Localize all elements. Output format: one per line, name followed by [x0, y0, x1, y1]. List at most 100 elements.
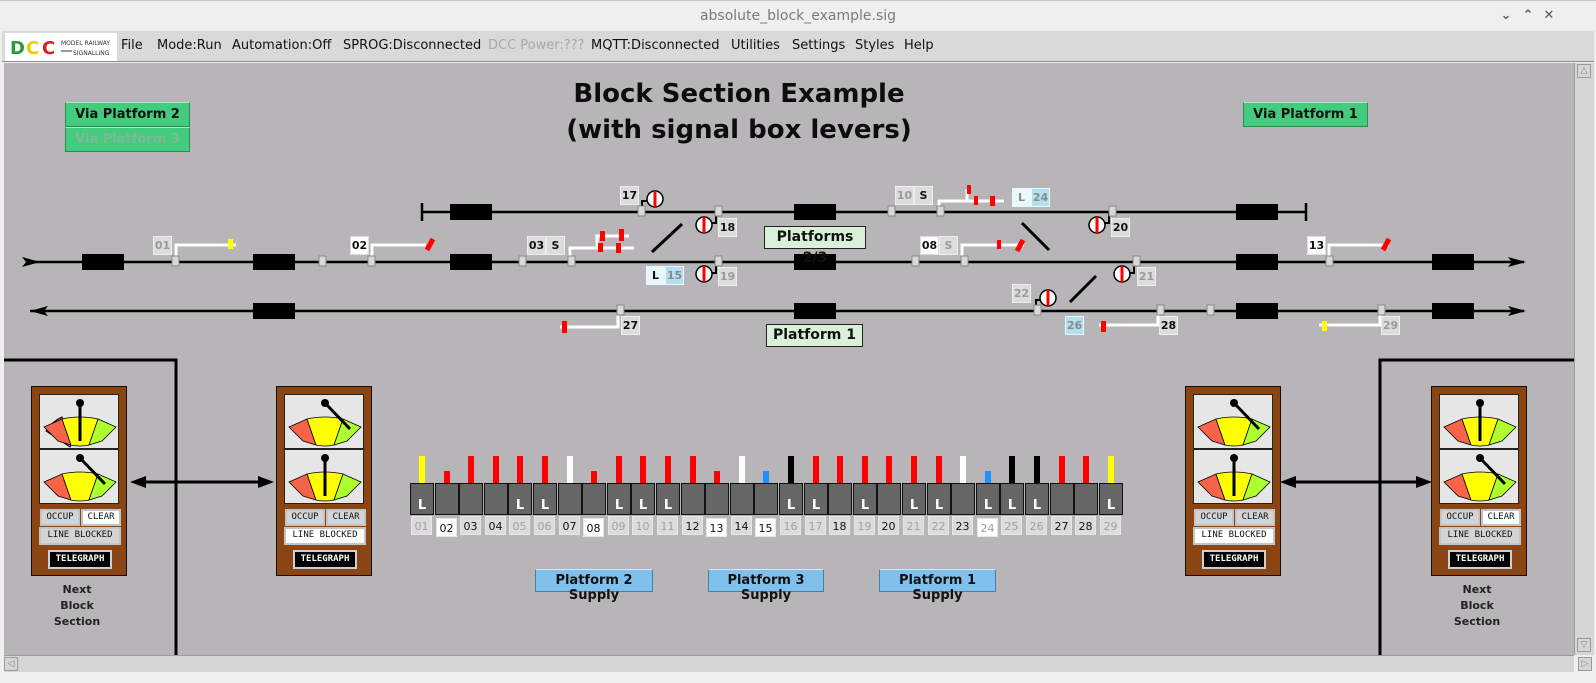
- lever-07[interactable]: [558, 483, 582, 515]
- scroll-right-arrow-icon[interactable]: ▷: [1578, 657, 1592, 671]
- lever-22[interactable]: L: [927, 483, 951, 515]
- telegraph-button[interactable]: TELEGRAPH: [48, 550, 112, 569]
- minimize-button[interactable]: ⌄: [1497, 7, 1515, 25]
- signal-28-button[interactable]: 28: [1159, 316, 1178, 335]
- lever-10[interactable]: L: [631, 483, 655, 515]
- occup-button[interactable]: OCCUP: [285, 509, 325, 526]
- lever-25[interactable]: L: [1000, 483, 1024, 515]
- menu-automation[interactable]: Automation:Off: [232, 38, 331, 53]
- signal-08-button[interactable]: 08: [920, 236, 939, 255]
- lever-handle[interactable]: [567, 456, 573, 486]
- signal-29-button[interactable]: 29: [1381, 316, 1400, 335]
- signal-20-button[interactable]: 20: [1111, 218, 1130, 237]
- signal-02-button[interactable]: 02: [350, 236, 369, 255]
- signal-13-button[interactable]: 13: [1307, 236, 1326, 255]
- lever-17[interactable]: L: [804, 483, 828, 515]
- signal-01-button[interactable]: 01: [153, 236, 172, 255]
- signal-10-button[interactable]: 10: [895, 186, 914, 205]
- lever-11[interactable]: L: [656, 483, 680, 515]
- scroll-up-arrow-icon[interactable]: △: [1577, 64, 1591, 78]
- lever-18[interactable]: [828, 483, 852, 515]
- lever-21[interactable]: L: [902, 483, 926, 515]
- lever-handle[interactable]: [788, 456, 794, 486]
- lever-04[interactable]: [484, 483, 508, 515]
- occup-button[interactable]: OCCUP: [1440, 509, 1480, 526]
- menu-file[interactable]: File: [121, 38, 143, 53]
- lever-handle[interactable]: [739, 456, 745, 486]
- platform-3-supply-button[interactable]: Platform 3 Supply: [708, 569, 824, 603]
- lever-handle[interactable]: [517, 456, 523, 486]
- lever-handle[interactable]: [1034, 456, 1040, 486]
- scroll-down-arrow-icon[interactable]: ▽: [1577, 638, 1591, 652]
- menu-settings[interactable]: Settings: [792, 38, 845, 53]
- point-15-button[interactable]: 15: [665, 266, 684, 285]
- point-26-button[interactable]: 26: [1065, 316, 1084, 335]
- lever-handle[interactable]: [911, 456, 917, 486]
- menu-mode[interactable]: Mode:Run: [157, 38, 222, 53]
- menu-sprog[interactable]: SPROG:Disconnected: [343, 38, 481, 53]
- clear-button[interactable]: CLEAR: [1235, 509, 1275, 526]
- signal-21-button[interactable]: 21: [1137, 267, 1156, 286]
- platform-2-supply-button[interactable]: Platform 2 Supply: [535, 569, 653, 603]
- lever-16[interactable]: L: [779, 483, 803, 515]
- lever-01[interactable]: L: [410, 483, 434, 515]
- route-via-platform-2-button[interactable]: Via Platform 2: [65, 102, 190, 127]
- lever-20[interactable]: [877, 483, 901, 515]
- lever-handle[interactable]: [542, 456, 548, 486]
- lever-handle[interactable]: [862, 456, 868, 486]
- maximize-button[interactable]: ⌃: [1519, 7, 1537, 25]
- lever-handle[interactable]: [665, 456, 671, 486]
- signal-22-button[interactable]: 22: [1012, 284, 1031, 303]
- route-via-platform-3-button[interactable]: Via Platform 3: [65, 127, 190, 152]
- lever-handle[interactable]: [493, 456, 499, 486]
- telegraph-button[interactable]: TELEGRAPH: [293, 550, 357, 569]
- lever-handle[interactable]: [1083, 456, 1089, 486]
- close-button[interactable]: ✕: [1540, 7, 1558, 25]
- lever-09[interactable]: L: [607, 483, 631, 515]
- point-24-lock-button[interactable]: L: [1012, 188, 1031, 207]
- lever-03[interactable]: [459, 483, 483, 515]
- signal-08-subsidiary-button[interactable]: S: [939, 236, 958, 255]
- telegraph-button[interactable]: TELEGRAPH: [1448, 550, 1512, 569]
- line-blocked-button[interactable]: LINE BLOCKED: [1439, 527, 1521, 545]
- lever-02[interactable]: [435, 483, 459, 515]
- lever-handle[interactable]: [886, 456, 892, 486]
- signal-17-button[interactable]: 17: [620, 186, 639, 205]
- scroll-left-arrow-icon[interactable]: ◁: [4, 657, 18, 671]
- horizontal-scrollbar[interactable]: ◁ ▷: [4, 655, 1592, 672]
- lever-23[interactable]: [951, 483, 975, 515]
- lever-05[interactable]: L: [508, 483, 532, 515]
- lever-handle[interactable]: [1108, 456, 1114, 486]
- clear-button[interactable]: CLEAR: [81, 509, 121, 526]
- line-blocked-button[interactable]: LINE BLOCKED: [284, 527, 366, 545]
- lever-handle[interactable]: [419, 456, 425, 486]
- signal-18-button[interactable]: 18: [718, 218, 737, 237]
- lever-12[interactable]: [681, 483, 705, 515]
- menu-mqtt[interactable]: MQTT:Disconnected: [591, 38, 720, 53]
- occup-button[interactable]: OCCUP: [1194, 509, 1234, 526]
- occup-button[interactable]: OCCUP: [40, 509, 80, 526]
- lever-26[interactable]: L: [1025, 483, 1049, 515]
- lever-handle[interactable]: [813, 456, 819, 486]
- lever-handle[interactable]: [837, 456, 843, 486]
- lever-24[interactable]: L: [976, 483, 1000, 515]
- lever-handle[interactable]: [690, 456, 696, 486]
- lever-27[interactable]: [1050, 483, 1074, 515]
- lever-08[interactable]: [582, 483, 606, 515]
- point-15-lock-button[interactable]: L: [646, 266, 665, 285]
- signal-27-button[interactable]: 27: [621, 316, 640, 335]
- vertical-scrollbar[interactable]: △ ▽: [1574, 63, 1594, 655]
- signal-03-button[interactable]: 03: [527, 236, 546, 255]
- lever-handle[interactable]: [1009, 456, 1015, 486]
- lever-29[interactable]: L: [1099, 483, 1123, 515]
- lever-handle[interactable]: [616, 456, 622, 486]
- clear-button[interactable]: CLEAR: [326, 509, 366, 526]
- lever-14[interactable]: [730, 483, 754, 515]
- lever-handle[interactable]: [936, 456, 942, 486]
- menu-styles[interactable]: Styles: [855, 38, 894, 53]
- line-blocked-button[interactable]: LINE BLOCKED: [1193, 527, 1275, 545]
- signal-03-subsidiary-button[interactable]: S: [546, 236, 565, 255]
- signal-10-subsidiary-button[interactable]: S: [914, 186, 933, 205]
- lever-15[interactable]: [754, 483, 778, 515]
- lever-handle[interactable]: [1059, 456, 1065, 486]
